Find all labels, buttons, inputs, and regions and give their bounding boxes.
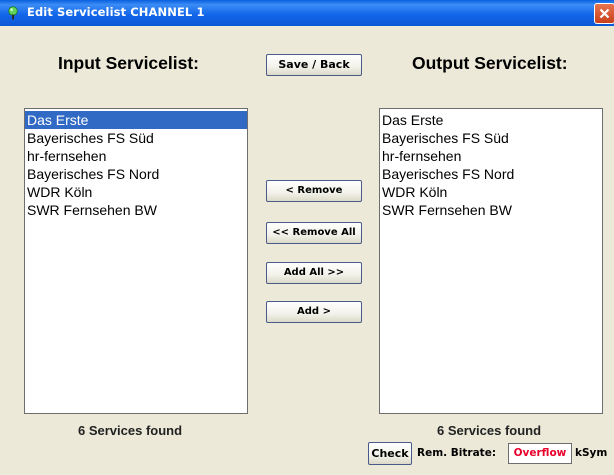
output-servicelist[interactable]: Das Erste Bayerisches FS Süd hr-fernsehen B… — [379, 108, 603, 414]
input-servicelist[interactable]: Das Erste Bayerisches FS Süd hr-fernsehen B… — [24, 108, 248, 414]
bitrate-unit-label: kSym — [575, 447, 608, 459]
app-icon — [6, 5, 20, 20]
add-all-button[interactable]: Add All >> — [266, 262, 362, 284]
remaining-bitrate-value: Overflow — [508, 443, 572, 464]
list-item[interactable]: Das Erste — [380, 111, 602, 129]
save-back-button[interactable]: Save / Back — [266, 54, 362, 76]
list-item[interactable]: Bayerisches FS Süd — [25, 129, 247, 147]
list-item[interactable]: Bayerisches FS Süd — [380, 129, 602, 147]
list-item[interactable]: Bayerisches FS Nord — [380, 165, 602, 183]
window-title: Edit Servicelist CHANNEL 1 — [27, 5, 205, 19]
list-item[interactable]: WDR Köln — [25, 183, 247, 201]
edit-servicelist-window: Edit Servicelist CHANNEL 1 Input Service… — [0, 0, 614, 475]
list-item[interactable]: Bayerisches FS Nord — [25, 165, 247, 183]
remove-all-button[interactable]: << Remove All — [266, 222, 362, 244]
output-services-count: 6 Services found — [437, 423, 542, 438]
add-button[interactable]: Add > — [266, 301, 362, 323]
remove-button[interactable]: < Remove — [266, 180, 362, 202]
list-item[interactable]: SWR Fernsehen BW — [25, 201, 247, 219]
list-item[interactable]: SWR Fernsehen BW — [380, 201, 602, 219]
remaining-bitrate-label: Rem. Bitrate: — [417, 447, 497, 459]
check-button[interactable]: Check — [368, 442, 412, 465]
close-button[interactable] — [594, 3, 614, 24]
list-item[interactable]: hr-fernsehen — [25, 147, 247, 165]
output-servicelist-heading: Output Servicelist: — [412, 53, 568, 73]
list-item[interactable]: Das Erste — [25, 111, 247, 129]
list-item[interactable]: WDR Köln — [380, 183, 602, 201]
list-item[interactable]: hr-fernsehen — [380, 147, 602, 165]
input-services-count: 6 Services found — [78, 423, 183, 438]
input-servicelist-heading: Input Servicelist: — [58, 53, 200, 73]
close-icon — [599, 8, 610, 19]
title-bar[interactable]: Edit Servicelist CHANNEL 1 — [0, 0, 614, 26]
